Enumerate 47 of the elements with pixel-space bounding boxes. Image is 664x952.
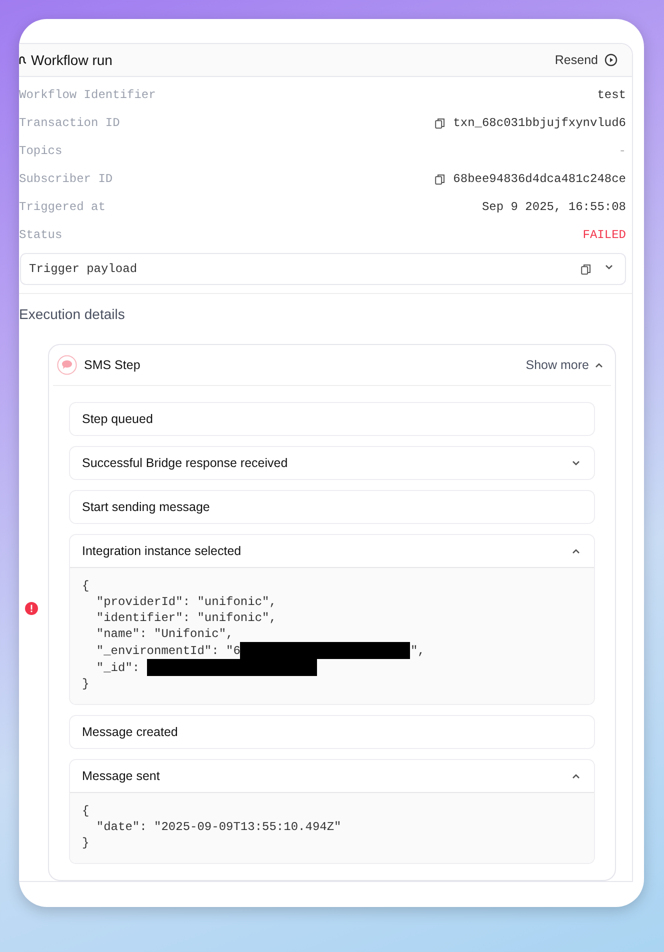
- code-text: "providerId": "unifonic",: [95, 594, 276, 610]
- step-name: SMS Step: [84, 358, 140, 372]
- field-label: Subscriber ID: [19, 172, 113, 186]
- field-label: Triggered at: [19, 200, 106, 214]
- field-value: txn_68c031bbjujfxynvlud6: [453, 116, 626, 130]
- event-title: Message created: [82, 725, 178, 739]
- event-item[interactable]: Step queued: [69, 402, 595, 436]
- code-text: "_environmentId": "6: [95, 642, 240, 658]
- code-text: "_id":: [95, 660, 141, 676]
- event-title: Start sending message: [82, 500, 210, 514]
- route-icon: [19, 55, 27, 65]
- field-label: Status: [19, 228, 62, 242]
- event-item[interactable]: Message sent { "date": "2025-09-09T13:55:10.494Z" }: [69, 759, 595, 864]
- event-item[interactable]: Message created: [69, 715, 595, 749]
- trigger-payload-toggle[interactable]: Trigger payload: [20, 253, 626, 285]
- field-value: 68bee94836d4dca481c248ce: [453, 172, 626, 186]
- field-label: Transaction ID: [19, 116, 120, 130]
- event-item[interactable]: Start sending message: [69, 490, 595, 524]
- copy-icon[interactable]: [435, 118, 446, 128]
- field-value: -: [618, 144, 626, 158]
- field-value: FAILED: [582, 228, 626, 242]
- copy-icon[interactable]: [581, 264, 591, 274]
- event-title: Integration instance selected: [82, 544, 242, 558]
- code-text: {: [82, 578, 90, 594]
- field-label: Workflow Identifier: [19, 88, 156, 102]
- field-value: Sep 9 2025, 16:55:08: [482, 200, 626, 214]
- field-label: Topics: [19, 144, 62, 158]
- chat-bubble-icon: [57, 355, 77, 375]
- code-text: "identifier": "unifonic",: [95, 610, 276, 626]
- panel-title: Workflow run: [19, 52, 112, 68]
- resend-button[interactable]: Resend: [550, 51, 622, 69]
- show-more-button[interactable]: Show more: [526, 358, 605, 372]
- event-title: Successful Bridge response received: [82, 456, 288, 470]
- section-title: Execution details: [19, 306, 126, 322]
- field-value: test: [597, 88, 626, 102]
- code-text: }: [82, 676, 90, 692]
- event-title: Message sent: [82, 769, 160, 783]
- code-text: "name": "Unifonic",: [95, 626, 234, 642]
- event-item[interactable]: Successful Bridge response received: [69, 446, 595, 480]
- event-title: Step queued: [82, 412, 153, 426]
- code-text: "date": "2025-09-09T13:55:10.494Z": [95, 819, 342, 835]
- code-text: }: [82, 835, 90, 851]
- code-text: ",: [410, 642, 425, 658]
- code-text: {: [82, 803, 90, 819]
- event-item[interactable]: Integration instance selected { "providerId": "unifonic", "identifier": "unifonic", "name": "Unifonic", "_environmentId": "6 ", "_id": }: [69, 534, 595, 705]
- copy-icon[interactable]: [435, 174, 446, 184]
- play-circle-icon: [604, 53, 618, 67]
